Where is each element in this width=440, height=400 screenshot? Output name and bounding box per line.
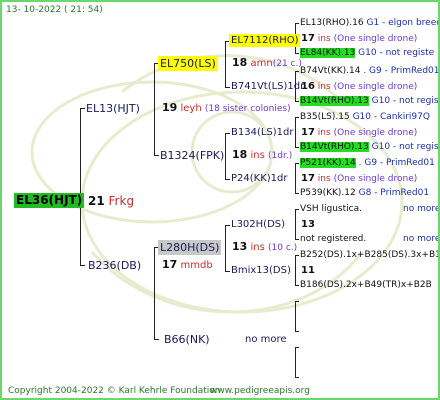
connector bbox=[295, 301, 296, 331]
gen3-stats: 17 ins (One single drone) bbox=[301, 127, 418, 138]
date-stamp: 13- 10-2022 ( 21: 54) bbox=[6, 5, 103, 15]
gen2-stats: 18 amn(21 c.) bbox=[232, 56, 302, 70]
sire-stats: 19 leyh (18 sister colonies) bbox=[162, 102, 291, 115]
no-more-note: no more bbox=[403, 204, 440, 214]
no-more-note: no more bbox=[403, 234, 440, 244]
queen-node-gen3[interactable]: B134(LS)1dr bbox=[229, 126, 296, 139]
connector bbox=[154, 339, 159, 340]
dam-origin: mmdb bbox=[180, 260, 213, 271]
root-stats: 21 Frkg bbox=[88, 194, 134, 208]
root-origin: Frkg bbox=[108, 194, 135, 208]
sire-note: (18 sister colonies) bbox=[204, 104, 291, 114]
connector bbox=[295, 209, 296, 239]
queen-node-gen3[interactable]: P24(KK)1dr bbox=[229, 172, 290, 185]
root-count: 21 bbox=[88, 194, 105, 208]
ancestor-row[interactable]: VSH ligustica. bbox=[299, 204, 363, 215]
ancestor-row[interactable]: B14Vt(RHO).13 G10 - not registe bbox=[299, 96, 438, 107]
ancestor-row[interactable]: B35(LS).15 G10 - Cankiri97Q bbox=[299, 112, 431, 123]
dam-count: 17 bbox=[162, 258, 178, 271]
queen-node-gen3[interactable]: EL7112(RHO) bbox=[229, 34, 301, 47]
connector bbox=[225, 225, 226, 271]
gen2-stats: 18 ins (1dr.) bbox=[232, 148, 293, 162]
sire-count: 19 bbox=[162, 101, 178, 114]
gen3-stats: 13 bbox=[301, 219, 315, 230]
connector bbox=[80, 265, 85, 266]
connector bbox=[80, 108, 81, 266]
connector bbox=[295, 377, 299, 378]
queen-node-gen3[interactable]: L302H(DS) bbox=[229, 218, 287, 231]
connector bbox=[295, 301, 299, 302]
queen-node-gen2[interactable]: EL750(LS) bbox=[158, 56, 218, 71]
ancestor-row[interactable]: EL84(KK).13 G10 - not registe bbox=[299, 48, 435, 59]
ancestor-row[interactable]: B252(DS).1x+B285(DS).3x+B1 bbox=[299, 250, 438, 261]
queen-node-gen2[interactable]: B1324(FPK) bbox=[158, 148, 226, 163]
connector bbox=[295, 347, 299, 348]
queen-node-dam[interactable]: B236(DB) bbox=[86, 258, 143, 273]
gen3-stats: 17 ins (One single drone) bbox=[301, 33, 418, 44]
queen-node-gen3[interactable]: B741Vt(LS)1dr bbox=[229, 80, 306, 93]
queen-node-sire[interactable]: EL13(HJT) bbox=[84, 101, 142, 116]
gen2-stats: 13 ins (10 c.) bbox=[232, 240, 298, 254]
connector bbox=[295, 255, 296, 285]
ancestor-row[interactable]: B74Vt(KK).14 . G9 - PrimRed01 bbox=[299, 66, 438, 77]
queen-node-gen3[interactable]: Bmix13(DS) bbox=[229, 264, 293, 277]
copyright-text: Copyright 2004-2022 © Karl Kehrle Founda… bbox=[8, 386, 221, 396]
queen-node-gen2[interactable]: L280H(DS) bbox=[158, 240, 222, 255]
gen3-stats: 11 bbox=[301, 265, 315, 276]
site-link[interactable]: www.pedigreeapis.org bbox=[210, 385, 310, 397]
queen-node-root[interactable]: EL36(HJT) bbox=[14, 193, 85, 208]
gen3-stats: 16 ins (One single drone) bbox=[301, 81, 418, 92]
ancestor-row[interactable]: B186(DS).2x+B49(TR)x+B2B bbox=[299, 280, 433, 291]
connector bbox=[295, 347, 296, 377]
connector bbox=[295, 331, 299, 332]
sire-origin: leyh bbox=[180, 103, 202, 114]
queen-node-gen2[interactable]: B66(NK) bbox=[162, 332, 212, 347]
gen3-stats: 17 ins (One single drone) bbox=[301, 173, 418, 184]
ancestor-row[interactable]: EL13(RHO).16 G1 - elgon breed bbox=[299, 18, 438, 29]
no-more-note: no more bbox=[245, 334, 287, 345]
connector bbox=[225, 41, 226, 87]
ancestor-row[interactable]: P539(KK).12 G8 - PrimRed01 bbox=[299, 188, 430, 199]
ancestor-row[interactable]: not registered. bbox=[299, 234, 367, 245]
ancestor-row[interactable]: B14Vt(RHO).13 G10 - not registe bbox=[299, 142, 438, 153]
connector bbox=[154, 63, 155, 155]
dam-stats: 17 mmdb bbox=[162, 259, 213, 272]
connector bbox=[295, 163, 296, 193]
connector bbox=[154, 247, 155, 339]
pedigree-frame: 13- 10-2022 ( 21: 54) Copyright 2004-202… bbox=[0, 0, 440, 400]
ancestor-row[interactable]: P521(KK).14 . G9 - PrimRed01 bbox=[299, 158, 436, 169]
